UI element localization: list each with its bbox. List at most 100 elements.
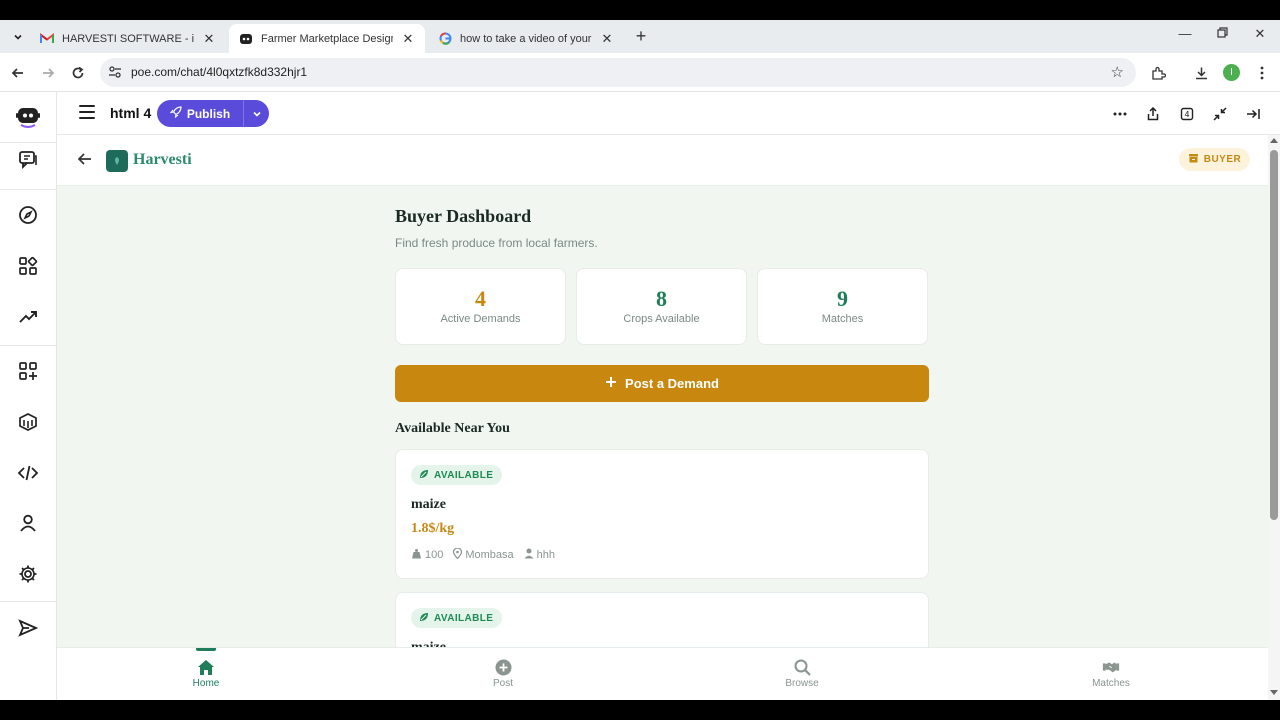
apps-grid-icon[interactable] [0, 241, 56, 291]
role-badge[interactable]: BUYER [1179, 148, 1250, 171]
poe-sidebar-rail [0, 92, 57, 700]
stat-value: 4 [475, 286, 486, 311]
collapse-arrows-icon[interactable] [1210, 104, 1230, 124]
stat-crops-available[interactable]: 8 Crops Available [576, 268, 747, 345]
location-pin-icon [453, 547, 463, 562]
address-bar[interactable]: poe.com/chat/4l0qxtzfk8d332hjr1 ☆ [100, 58, 1136, 87]
publish-button[interactable]: Publish [157, 100, 243, 127]
publish-label: Publish [186, 106, 231, 121]
app-header: Harvesti BUYER [57, 135, 1268, 186]
quantity-text: 100 [425, 549, 444, 561]
chrome-menu-icon[interactable] [1252, 63, 1272, 83]
svg-text:4: 4 [1184, 110, 1189, 119]
listing-card[interactable]: AVAILABLE maize 1.8$/kg 100 Mombasa hhh [395, 449, 929, 579]
page-scrollbar[interactable] [1268, 135, 1280, 700]
nav-home[interactable]: Home [156, 648, 256, 700]
weight-icon [411, 548, 422, 562]
new-tab-plus-icon[interactable]: + [632, 27, 650, 45]
publish-dropdown-chevron-icon[interactable] [243, 100, 269, 127]
restore-icon[interactable] [1212, 26, 1232, 41]
back-icon[interactable] [8, 63, 28, 83]
plus-icon [605, 376, 617, 391]
store-icon [1188, 153, 1199, 166]
meta-farmer: hhh [524, 548, 555, 562]
forward-icon[interactable] [38, 63, 58, 83]
stat-active-demands[interactable]: 4 Active Demands [395, 268, 566, 345]
send-icon[interactable] [0, 603, 56, 653]
meta-quantity: 100 [411, 548, 443, 562]
explore-compass-icon[interactable] [0, 190, 56, 240]
brand-name: Harvesti [133, 151, 192, 168]
search-icon [793, 658, 811, 676]
site-info-icon[interactable] [108, 65, 122, 79]
post-demand-label: Post a Demand [625, 376, 719, 391]
poe-header: html 4 Publish 4 [57, 92, 1280, 135]
minimize-icon[interactable]: — [1175, 26, 1195, 41]
stat-value: 8 [656, 286, 667, 311]
status-badge: AVAILABLE [411, 608, 503, 628]
stat-label: Crops Available [623, 313, 700, 325]
tab-title: HARVESTI SOFTWARE - ishimw [62, 32, 194, 45]
tab-title: how to take a video of your scr [460, 32, 592, 45]
tab-poe[interactable]: Farmer Marketplace Design - Pc ✕ [229, 24, 425, 53]
meta-location: Mombasa [453, 547, 514, 562]
version-counter-icon[interactable]: 4 [1177, 104, 1197, 124]
status-badge: AVAILABLE [411, 465, 503, 485]
tab-google[interactable]: how to take a video of your scr ✕ [428, 24, 624, 53]
tab-title: Farmer Marketplace Design - Pc [261, 32, 393, 45]
nav-matches[interactable]: Matches [1061, 648, 1161, 700]
close-panel-icon[interactable] [1243, 104, 1263, 124]
tab-gmail[interactable]: HARVESTI SOFTWARE - ishimw ✕ [30, 24, 226, 53]
url-text: poe.com/chat/4l0qxtzfk8d332hjr1 [131, 65, 308, 79]
nav-label: Home [192, 678, 220, 689]
close-icon[interactable]: ✕ [401, 31, 415, 47]
page-title: Buyer Dashboard [395, 206, 532, 226]
profile-avatar[interactable]: I [1223, 64, 1240, 81]
share-icon[interactable] [1143, 104, 1163, 124]
section-title: Available Near You [395, 421, 510, 436]
crop-name: maize [411, 497, 446, 512]
create-bot-icon[interactable] [0, 346, 56, 396]
nav-post[interactable]: Post [453, 648, 553, 700]
nav-label: Matches [1092, 678, 1130, 689]
close-icon[interactable]: ✕ [600, 31, 614, 47]
download-icon[interactable] [1191, 63, 1211, 83]
extensions-icon[interactable] [1148, 63, 1168, 83]
bookmark-star-icon[interactable]: ☆ [1111, 63, 1124, 81]
handshake-icon [1102, 658, 1120, 676]
stat-matches[interactable]: 9 Matches [757, 268, 928, 345]
screen: HARVESTI SOFTWARE - ishimw ✕ Farmer Mark… [0, 0, 1280, 720]
location-text: Mombasa [465, 549, 514, 561]
google-icon [438, 32, 452, 46]
browser-tabstrip: HARVESTI SOFTWARE - ishimw ✕ Farmer Mark… [0, 20, 1280, 53]
close-icon[interactable]: ✕ [202, 31, 216, 47]
scroll-down-arrow-icon[interactable] [1270, 690, 1278, 695]
status-label: AVAILABLE [434, 612, 494, 624]
settings-gear-icon[interactable] [0, 549, 56, 599]
role-label: BUYER [1203, 154, 1242, 165]
code-icon[interactable] [0, 448, 56, 498]
post-demand-button[interactable]: Post a Demand [395, 365, 929, 402]
menu-hamburger-icon[interactable] [79, 105, 95, 119]
leaf-icon [419, 469, 429, 482]
black-bar-top [0, 0, 1280, 20]
bots-cube-icon[interactable] [0, 397, 56, 447]
profile-user-icon[interactable] [0, 498, 56, 548]
reload-icon[interactable] [68, 63, 88, 83]
trending-icon[interactable] [0, 292, 56, 342]
scrollbar-thumb[interactable] [1270, 150, 1278, 520]
tab-search-chevron-icon[interactable] [8, 27, 28, 47]
status-label: AVAILABLE [434, 469, 494, 481]
more-dots-icon[interactable] [1110, 104, 1130, 124]
scroll-up-arrow-icon[interactable] [1270, 138, 1278, 143]
back-arrow-icon[interactable] [77, 151, 95, 169]
stat-label: Matches [821, 313, 864, 325]
bottom-navigation: Home Post Browse Matches [57, 647, 1268, 700]
farmer-text: hhh [536, 549, 556, 561]
page-subtitle: Find fresh produce from local farmers. [395, 236, 598, 250]
user-icon [524, 548, 534, 562]
chats-icon[interactable] [0, 135, 56, 185]
bot-name: html 4 [110, 105, 152, 121]
nav-browse[interactable]: Browse [752, 648, 852, 700]
close-window-icon[interactable]: ✕ [1250, 26, 1270, 42]
